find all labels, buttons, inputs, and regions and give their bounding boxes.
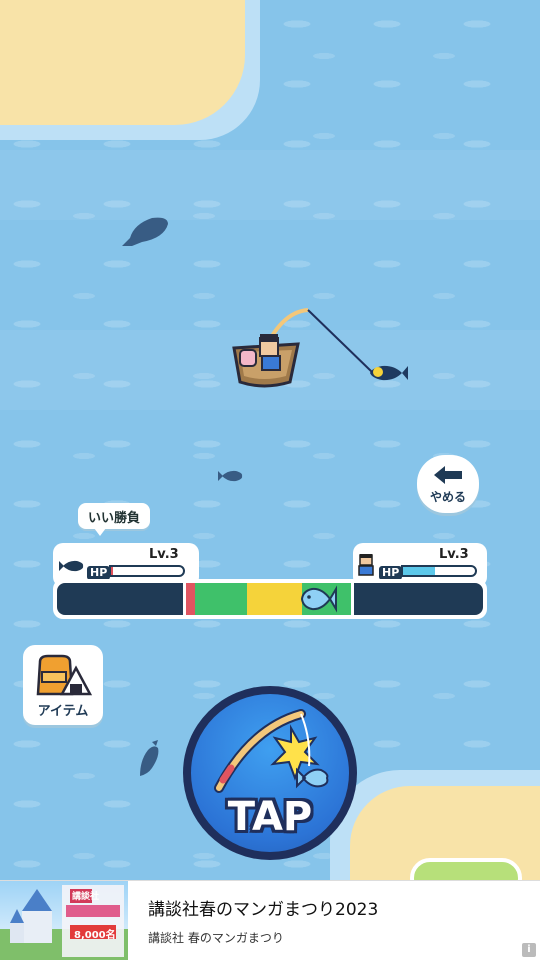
mood-label: いい勝負 [88,510,141,526]
fish-level: Lv.3 [149,547,179,562]
fish-icon [59,560,84,572]
tension-zone-best [246,583,302,615]
player-hp-fill [403,567,436,575]
backpack-onigiri-icon [36,654,92,696]
quit-label: やめる [429,489,466,504]
tap-label: TAP [227,794,313,840]
mood-bubble: いい勝負 [78,503,151,536]
fishing-rod-icon [214,709,329,793]
fish-hp-fill [111,567,114,575]
tension-fish-indicator-icon [301,585,338,613]
ad-subtitle: 講談社 春のマンガまつり [148,931,284,945]
quit-button[interactable]: やめる [417,455,479,513]
ad-thumb-text: 講談社 [72,892,100,902]
fish-hp-bar [109,565,185,577]
boat-icon [232,334,300,388]
tension-zone-divider [182,583,186,615]
player-level: Lv.3 [439,547,469,562]
tap-button-face: TAP [191,694,349,852]
ad-title[interactable]: 講談社春のマンガまつり2023 [148,895,378,920]
tension-track-inner [57,583,483,615]
ad-castle-image [10,885,124,957]
battle-panel: Lv.3 HP Lv.3 HP [53,543,487,619]
item-label: アイテム [37,704,89,719]
fish-hp-label: HP [87,566,111,580]
ad-info-icon[interactable]: i [522,943,536,957]
player-hp-bar [401,565,477,577]
player-icon [358,554,374,576]
partial-green-button[interactable] [410,858,522,880]
tension-zone-good [195,583,247,615]
game-scene: やめる いい勝負 Lv.3 HP Lv.3 HP アイテム TAP [0,0,540,880]
tension-track [53,579,487,619]
player-hp-label: HP [379,566,403,580]
ad-banner[interactable]: 講談社 8,000名 講談社春のマンガまつり2023 講談社 春のマンガまつり … [0,880,540,960]
item-button[interactable]: アイテム [23,645,103,725]
ad-thumb-price: 8,000名 [74,930,116,941]
tap-button[interactable]: TAP [183,686,357,860]
back-arrow-icon [434,465,462,484]
tension-zone-divider [350,583,354,615]
ad-thumbnail[interactable]: 講談社 8,000名 [0,881,128,960]
